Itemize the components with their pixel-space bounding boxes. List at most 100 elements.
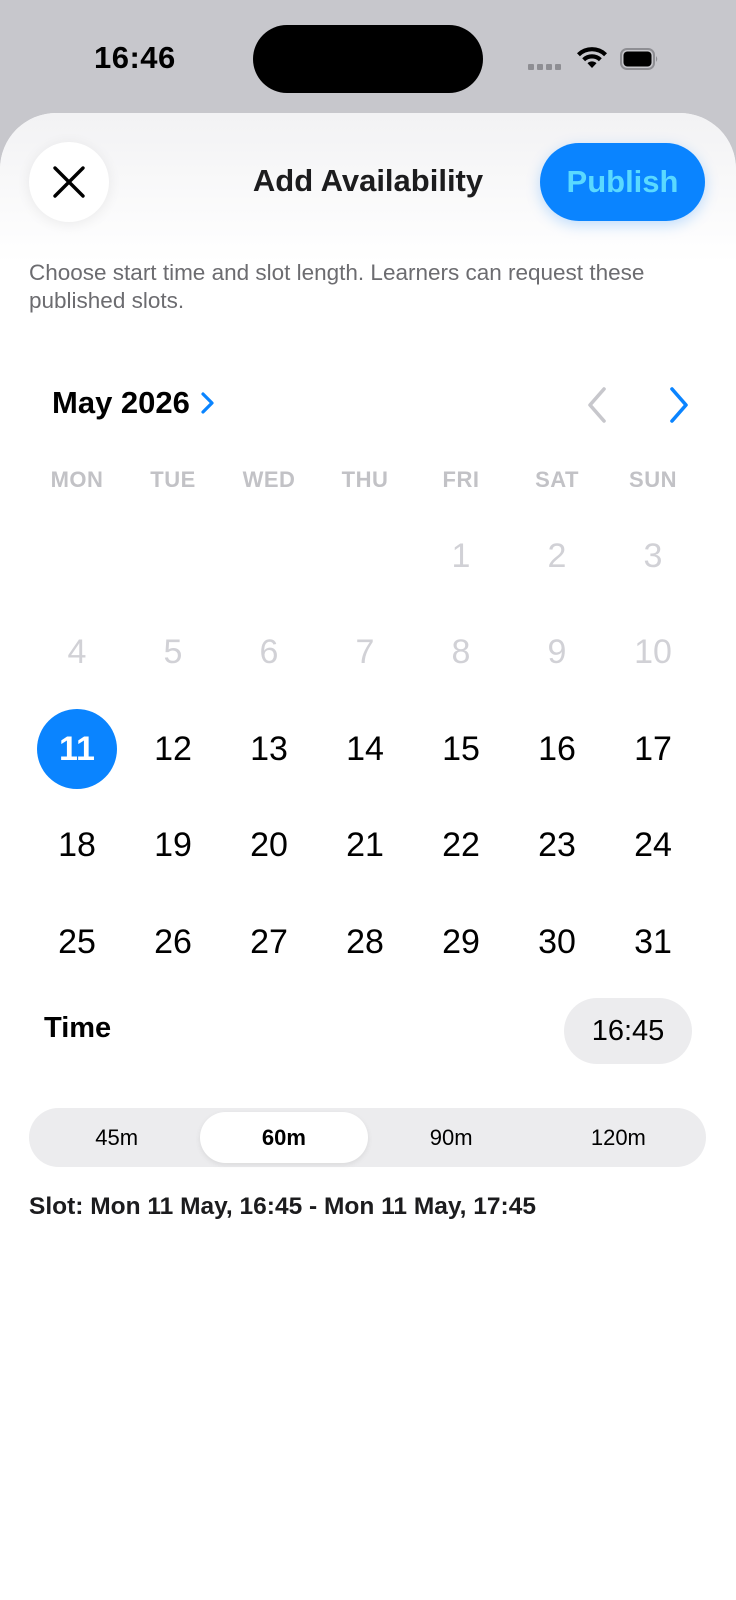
- time-picker-button[interactable]: 16:45: [564, 998, 692, 1064]
- calendar-day-number: 12: [154, 729, 192, 768]
- calendar-day-number: 3: [643, 536, 663, 575]
- calendar-day-selected[interactable]: 11: [29, 701, 125, 798]
- calendar-day-disabled: 5: [125, 605, 221, 702]
- weekday-label: MON: [50, 467, 104, 492]
- calendar-day-number: 16: [538, 729, 576, 768]
- wifi-icon: [577, 47, 607, 68]
- duration-segmented-control: 45m 60m 90m 120m: [29, 1108, 706, 1167]
- calendar-day-number: 24: [634, 826, 672, 865]
- duration-option-60m[interactable]: 60m: [200, 1112, 368, 1163]
- calendar-day-number: 29: [442, 922, 480, 961]
- calendar-day-disabled: 3: [605, 508, 701, 605]
- calendar-day-disabled: 6: [221, 605, 317, 702]
- calendar-day-empty: [221, 508, 317, 605]
- calendar-day-number: 31: [634, 922, 672, 961]
- calendar-day-disabled: 4: [29, 605, 125, 702]
- calendar-day[interactable]: 13: [221, 701, 317, 798]
- calendar-day-number: 23: [538, 826, 576, 865]
- calendar-day-number: 15: [442, 729, 480, 768]
- calendar-day[interactable]: 23: [509, 798, 605, 895]
- previous-month-button[interactable]: [580, 383, 616, 427]
- chevron-right-icon: [670, 387, 688, 423]
- duration-option-90m[interactable]: 90m: [368, 1112, 535, 1163]
- weekday-label: SAT: [535, 467, 579, 492]
- status-time: 16:46: [94, 40, 176, 75]
- duration-option-120m[interactable]: 120m: [535, 1112, 702, 1163]
- calendar-day[interactable]: 29: [413, 894, 509, 991]
- calendar-day-disabled: 8: [413, 605, 509, 702]
- weekday-header: MON TUE WED THU FRI SAT SUN: [29, 467, 701, 493]
- calendar-day-disabled: 7: [317, 605, 413, 702]
- weekday-label: SUN: [629, 467, 677, 492]
- calendar-day-number: 22: [442, 826, 480, 865]
- publish-button[interactable]: Publish: [540, 143, 705, 221]
- calendar-day[interactable]: 27: [221, 894, 317, 991]
- calendar-day[interactable]: 24: [605, 798, 701, 895]
- calendar-day[interactable]: 20: [221, 798, 317, 895]
- calendar-day-number: 4: [67, 633, 87, 672]
- calendar-day-number: 6: [259, 633, 279, 672]
- calendar-day[interactable]: 30: [509, 894, 605, 991]
- calendar-day-empty: [125, 508, 221, 605]
- calendar-day-disabled: 9: [509, 605, 605, 702]
- calendar-day-number: 14: [346, 729, 384, 768]
- calendar-day-disabled: 10: [605, 605, 701, 702]
- status-bar: 16:46: [0, 0, 736, 118]
- calendar-day[interactable]: 18: [29, 798, 125, 895]
- time-label: Time: [44, 1012, 112, 1044]
- calendar-day-number: 18: [58, 826, 96, 865]
- calendar-week: 18 19 20 21 22 23 24: [29, 798, 701, 895]
- calendar-day-number: 2: [547, 536, 567, 575]
- weekday-label: THU: [341, 467, 389, 492]
- calendar-grid: 1 2 3 4 5 6 7 8 9 10 11 12 13 14 15 16 17 18 19 20 21 22 23 24 2…: [29, 508, 701, 991]
- calendar-day[interactable]: 25: [29, 894, 125, 991]
- calendar-day-number: 1: [451, 536, 471, 575]
- calendar-day-number: 7: [355, 633, 375, 672]
- calendar-day-number: 25: [58, 922, 96, 961]
- weekday-label: WED: [242, 467, 296, 492]
- calendar-day-number: 9: [547, 633, 567, 672]
- next-month-button[interactable]: [660, 383, 696, 427]
- dynamic-island: [253, 25, 483, 93]
- duration-option-45m[interactable]: 45m: [33, 1112, 200, 1163]
- calendar-week: 25 26 27 28 29 30 31: [29, 894, 701, 991]
- instructions-text: Choose start time and slot length. Learn…: [29, 260, 645, 313]
- calendar-day-number: 20: [250, 826, 288, 865]
- weekday-label: TUE: [150, 467, 196, 492]
- calendar-week: 4 5 6 7 8 9 10: [29, 605, 701, 702]
- weekday-label: FRI: [442, 467, 480, 492]
- cellular-signal-icon: [528, 64, 561, 70]
- calendar-day-number: 17: [634, 729, 672, 768]
- slot-summary: Slot: Mon 11 May, 16:45 - Mon 11 May, 17…: [29, 1193, 536, 1220]
- chevron-left-icon: [588, 387, 606, 423]
- calendar-day[interactable]: 31: [605, 894, 701, 991]
- calendar-day[interactable]: 17: [605, 701, 701, 798]
- calendar-day[interactable]: 16: [509, 701, 605, 798]
- calendar-day[interactable]: 26: [125, 894, 221, 991]
- calendar-day-empty: [317, 508, 413, 605]
- month-label: May 2026: [52, 385, 190, 420]
- chevron-right-icon: [201, 392, 214, 414]
- calendar-day[interactable]: 12: [125, 701, 221, 798]
- calendar-day-empty: [29, 508, 125, 605]
- calendar-day[interactable]: 19: [125, 798, 221, 895]
- calendar-day-disabled: 1: [413, 508, 509, 605]
- calendar-day[interactable]: 22: [413, 798, 509, 895]
- calendar-day-number: 13: [250, 729, 288, 768]
- month-picker-toggle[interactable]: May 2026: [52, 385, 216, 421]
- calendar-day-number: 27: [250, 922, 288, 961]
- battery-icon: [620, 48, 658, 70]
- calendar-week: 11 12 13 14 15 16 17: [29, 701, 701, 798]
- calendar-day[interactable]: 28: [317, 894, 413, 991]
- calendar-day-number: 8: [451, 633, 471, 672]
- calendar-day[interactable]: 15: [413, 701, 509, 798]
- calendar-day-number: 30: [538, 922, 576, 961]
- calendar-day-number: 19: [154, 826, 192, 865]
- calendar-day-number: 10: [634, 633, 672, 672]
- calendar-day-number: 21: [346, 826, 384, 865]
- calendar-day[interactable]: 14: [317, 701, 413, 798]
- calendar-day-disabled: 2: [509, 508, 605, 605]
- calendar-day[interactable]: 21: [317, 798, 413, 895]
- calendar-day-number: 28: [346, 922, 384, 961]
- calendar-day-number: 26: [154, 922, 192, 961]
